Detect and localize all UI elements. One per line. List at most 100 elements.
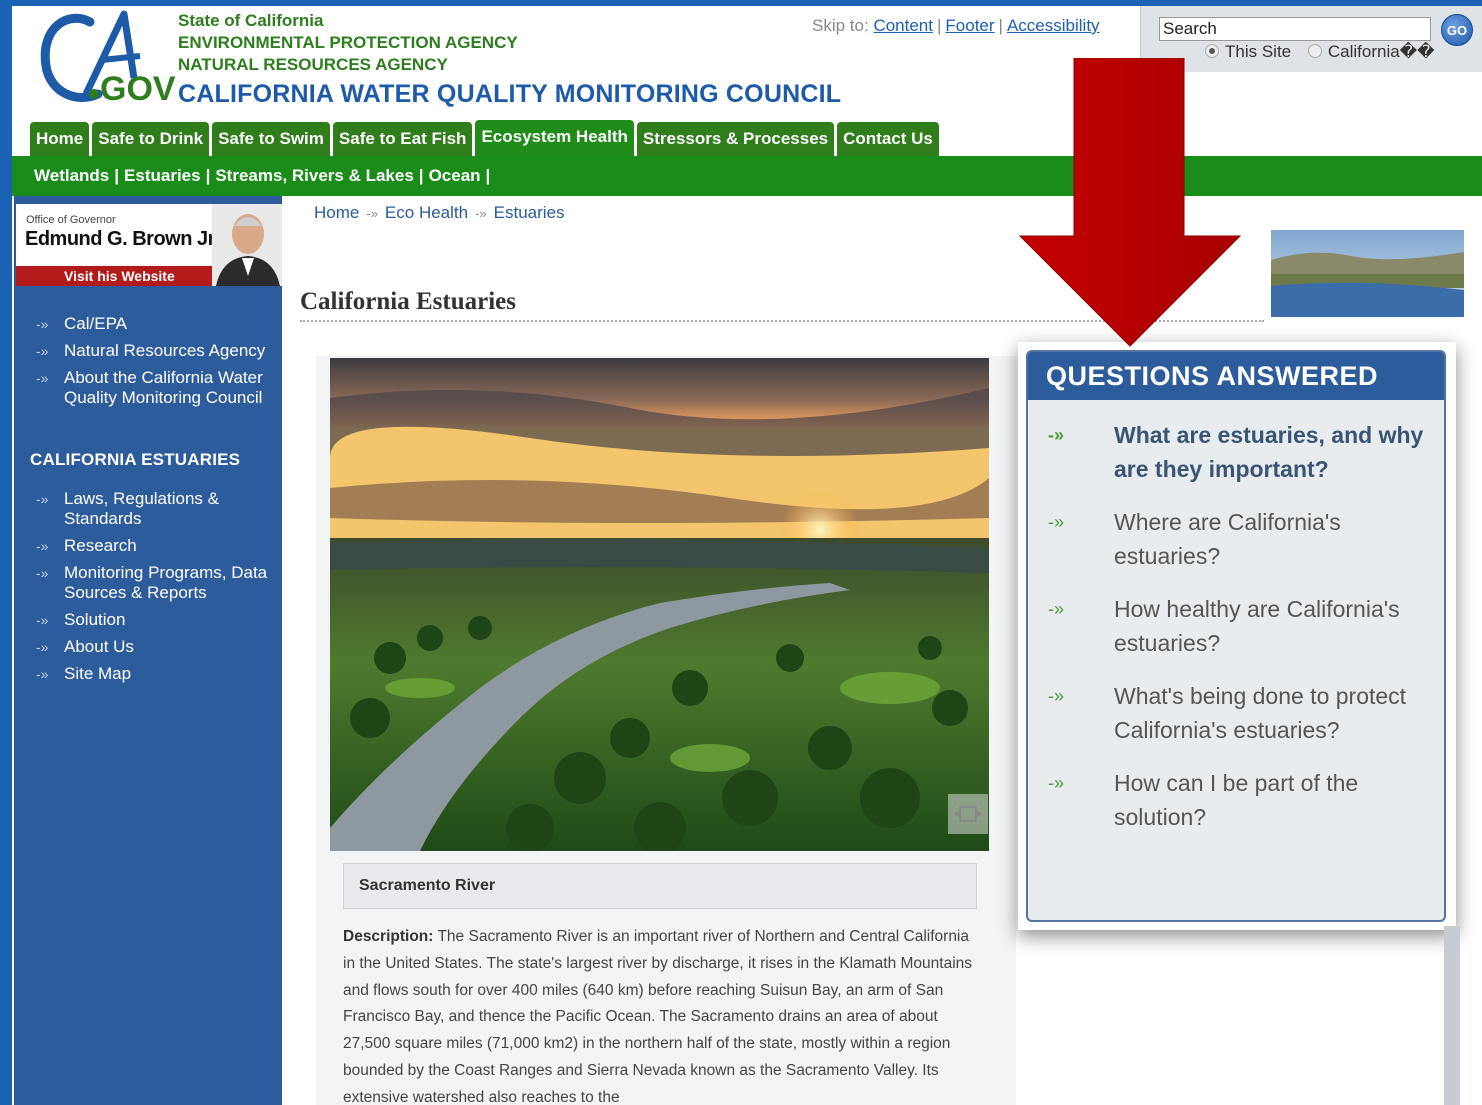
sidebar-item-label: Monitoring Programs, Data Sources & Repo…	[64, 563, 268, 602]
question-text: How healthy are California's estuaries?	[1114, 596, 1400, 656]
question-link[interactable]: -» What's being done to protect Californi…	[1028, 679, 1444, 747]
sidebar-item-label: Solution	[64, 610, 126, 629]
question-link[interactable]: -» How can I be part of the solution?	[1028, 766, 1444, 834]
breadcrumb-home[interactable]: Home	[314, 203, 359, 222]
breadcrumb-eco-health[interactable]: Eco Health	[385, 203, 468, 222]
sidebar-item-label: About Us	[64, 637, 134, 656]
governor-photo	[212, 204, 282, 286]
sidebar: Office of Governor Edmund G. Brown Jr. V…	[14, 196, 282, 1105]
subnav-estuaries[interactable]: Estuaries	[124, 166, 201, 185]
sidebar-item-label: Natural Resources Agency	[64, 341, 266, 360]
tab-safe-to-swim[interactable]: Safe to Swim	[212, 122, 330, 156]
subnav-wetlands[interactable]: Wetlands	[34, 166, 109, 185]
subnav-ocean[interactable]: Ocean	[429, 166, 481, 185]
radio-label: California��	[1327, 42, 1435, 61]
sidebar-item-label: Site Map	[64, 664, 132, 683]
skip-content-link[interactable]: Content	[873, 16, 933, 35]
chevron-icon: -»	[36, 612, 49, 628]
question-text: Where are California's estuaries?	[1114, 509, 1341, 569]
chevron-icon: -»	[1048, 773, 1065, 793]
question-link[interactable]: -» What are estuaries, and why are they i…	[1028, 418, 1444, 486]
separator: |	[114, 166, 120, 185]
separator: |	[485, 166, 491, 185]
search-input[interactable]	[1159, 17, 1431, 41]
search-go-button[interactable]: GO	[1441, 14, 1473, 46]
separator: |	[205, 166, 211, 185]
sidebar-item-laws[interactable]: -» Laws, Regulations & Standards	[36, 489, 276, 529]
tab-home[interactable]: Home	[30, 122, 90, 156]
photo-description: Description: The Sacramento River is an …	[343, 924, 983, 1105]
tab-contact-us[interactable]: Contact Us	[837, 122, 939, 156]
questions-heading: QUESTIONS ANSWERED	[1028, 352, 1444, 400]
breadcrumb: Home -» Eco Health -» Estuaries	[314, 203, 565, 223]
skip-label: Skip to:	[812, 16, 869, 35]
chevron-icon: -»	[36, 639, 49, 655]
skip-accessibility-link[interactable]: Accessibility	[1007, 16, 1100, 35]
sidebar-item-calepa[interactable]: -» Cal/EPA	[36, 314, 276, 334]
sidebar-item-about-council[interactable]: -» About the California Water Quality Mon…	[36, 368, 276, 408]
agency-line: State of California	[178, 11, 324, 30]
governor-banner[interactable]: Office of Governor Edmund G. Brown Jr. V…	[16, 204, 282, 286]
chevron-icon: -»	[1048, 425, 1065, 445]
separator: |	[418, 166, 424, 185]
sidebar-item-site-map[interactable]: -» Site Map	[36, 664, 276, 684]
chevron-icon: -»	[366, 206, 378, 221]
chevron-icon: -»	[475, 206, 487, 221]
agency-line: NATURAL RESOURCES AGENCY	[178, 55, 448, 74]
question-text: How can I be part of the solution?	[1114, 770, 1359, 830]
separator: |	[998, 16, 1003, 35]
sidebar-item-label: About the California Water Quality Monit…	[64, 368, 263, 407]
main-tabs: Home Safe to Drink Safe to Swim Safe to …	[30, 120, 942, 156]
separator: |	[936, 16, 942, 35]
sidebar-item-label: Research	[64, 536, 137, 555]
chevron-icon: -»	[36, 538, 49, 554]
sidebar-item-label: Laws, Regulations & Standards	[64, 489, 219, 528]
tab-ecosystem-health[interactable]: Ecosystem Health	[475, 120, 634, 156]
chevron-icon: -»	[1048, 686, 1065, 706]
question-text: What are estuaries, and why are they imp…	[1114, 422, 1424, 482]
photo-caption: Sacramento River	[343, 863, 977, 909]
tab-stressors-processes[interactable]: Stressors & Processes	[636, 122, 835, 156]
sidebar-item-research[interactable]: -» Research	[36, 536, 276, 556]
sidebar-item-monitoring[interactable]: -» Monitoring Programs, Data Sources & Re…	[36, 563, 276, 603]
question-link[interactable]: -» Where are California's estuaries?	[1028, 505, 1444, 573]
sub-navigation: Wetlands | Estuaries | Streams, Rivers & Lak…	[12, 156, 1482, 196]
chevron-icon: -»	[36, 491, 49, 507]
sidebar-item-label: Cal/EPA	[64, 314, 127, 333]
chevron-icon: -»	[36, 316, 49, 332]
sidebar-item-solution[interactable]: -» Solution	[36, 610, 276, 630]
sacramento-river-photo[interactable]	[330, 358, 989, 851]
sidebar-item-about-us[interactable]: -» About Us	[36, 637, 276, 657]
scrollbar[interactable]	[1444, 926, 1460, 1105]
question-link[interactable]: -» How healthy are California's estuaries…	[1028, 592, 1444, 660]
sidebar-heading: CALIFORNIA ESTUARIES	[30, 450, 241, 469]
estuary-thumbnail	[1271, 230, 1464, 317]
tab-safe-to-drink[interactable]: Safe to Drink	[92, 122, 210, 156]
skip-footer-link[interactable]: Footer	[945, 16, 994, 35]
radio-this-site[interactable]	[1205, 44, 1219, 58]
sidebar-estuary-links: -» Laws, Regulations & Standards -» Resear…	[36, 489, 276, 691]
chevron-icon: -»	[1048, 512, 1065, 532]
chevron-icon: -»	[36, 666, 49, 682]
subnav-streams[interactable]: Streams, Rivers & Lakes	[215, 166, 413, 185]
svg-text:GOV: GOV	[100, 70, 176, 108]
chevron-icon: -»	[36, 343, 49, 359]
governor-office: Office of Governor	[26, 214, 116, 226]
sidebar-item-natural-resources[interactable]: -» Natural Resources Agency	[36, 341, 276, 361]
radio-california[interactable]	[1307, 44, 1322, 58]
council-title[interactable]: CALIFORNIA WATER QUALITY MONITORING COUN…	[178, 80, 841, 109]
tab-safe-to-eat-fish[interactable]: Safe to Eat Fish	[332, 122, 473, 156]
breadcrumb-estuaries[interactable]: Estuaries	[494, 203, 565, 222]
question-text: What's being done to protect California'…	[1114, 683, 1407, 743]
chevron-icon: -»	[36, 565, 49, 581]
questions-panel: QUESTIONS ANSWERED -» What are estuaries,…	[1026, 350, 1446, 922]
ca-gov-logo[interactable]: GOV	[28, 8, 178, 113]
expand-icon[interactable]	[948, 794, 988, 834]
governor-name: Edmund G. Brown Jr.	[25, 228, 219, 250]
chevron-icon: -»	[1048, 599, 1065, 619]
sidebar-top-links: -» Cal/EPA -» Natural Resources Agency -» A…	[36, 314, 276, 415]
description-text: The Sacramento River is an important riv…	[343, 928, 973, 1105]
chevron-icon: -»	[36, 370, 49, 386]
skip-links: Skip to: Content | Footer | Accessibility	[812, 16, 1100, 36]
red-arrow-annotation	[1018, 58, 1242, 347]
